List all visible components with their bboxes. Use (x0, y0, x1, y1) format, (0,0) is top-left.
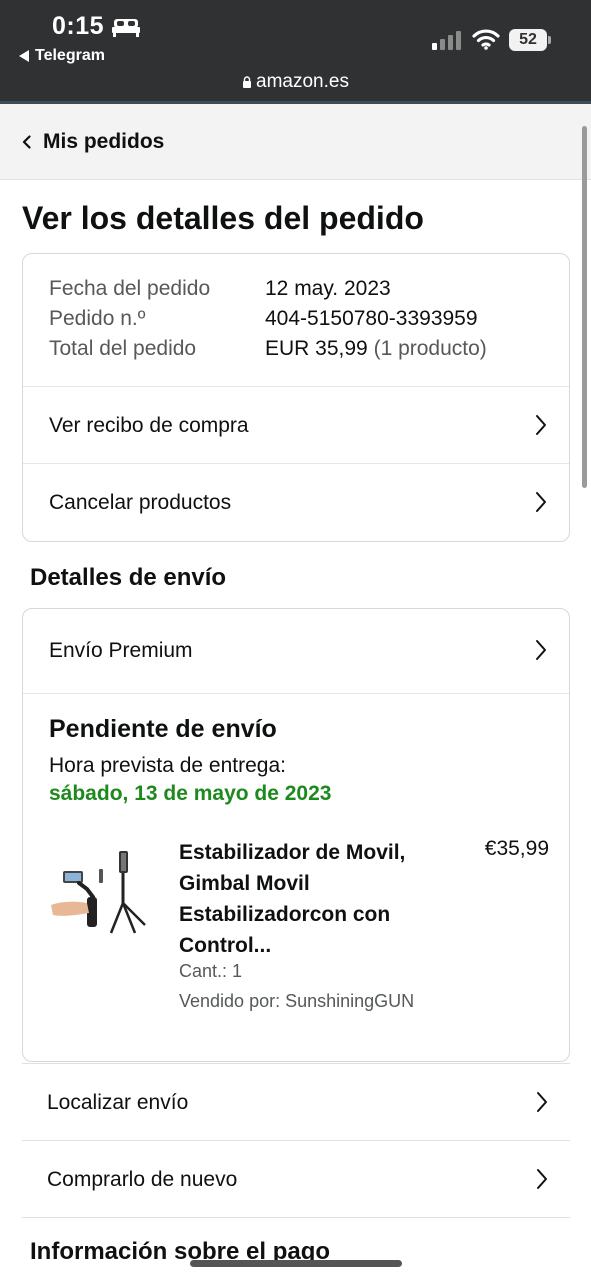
cellular-signal-icon (432, 31, 461, 50)
product-price: €35,99 (484, 837, 549, 860)
order-number-row: Pedido n.º 404-5150780-3393959 (49, 304, 487, 334)
product-title[interactable]: Estabilizador de Movil, Gimbal Movil Est… (179, 837, 429, 961)
shipping-card: Envío Premium Pendiente de envío Hora pr… (22, 608, 570, 1062)
order-summary-card: Fecha del pedido 12 may. 2023 Pedido n.º… (22, 253, 570, 542)
back-to-orders-link[interactable]: Mis pedidos (22, 130, 164, 154)
shipping-section-title: Detalles de envío (30, 564, 227, 591)
order-total-count: (1 producto) (373, 337, 487, 360)
cancel-products-link[interactable]: Cancelar productos (23, 463, 569, 541)
chevron-right-icon (536, 492, 546, 512)
clock-text: 0:15 (52, 12, 105, 40)
delivery-eta-label: Hora prevista de entrega: (49, 754, 286, 777)
cancel-products-label: Cancelar productos (49, 490, 232, 514)
order-date-row: Fecha del pedido 12 may. 2023 (49, 274, 487, 304)
order-total-row: Total del pedido EUR 35,99 (1 producto) (49, 334, 487, 364)
view-receipt-label: Ver recibo de compra (49, 413, 249, 437)
back-app-label: Telegram (35, 47, 105, 64)
order-date-value: 12 may. 2023 (265, 277, 391, 300)
order-total-value: EUR 35,99 (1 producto) (265, 334, 487, 364)
battery-indicator: 52 (509, 29, 551, 51)
shipment-status-title: Pendiente de envío (49, 715, 277, 743)
order-number-value: 404-5150780-3393959 (265, 307, 478, 330)
chevron-left-icon (22, 135, 31, 149)
product-item[interactable]: Estabilizador de Movil, Gimbal Movil Est… (49, 837, 549, 1017)
chevron-right-icon (537, 1092, 547, 1112)
order-number-label: Pedido n.º (49, 307, 146, 330)
page-title: Ver los detalles del pedido (22, 200, 424, 236)
order-total-amount: EUR 35,99 (265, 337, 368, 360)
lock-icon (243, 76, 252, 88)
home-indicator[interactable] (190, 1260, 402, 1267)
chevron-right-icon (536, 415, 546, 435)
delivery-eta-date: sábado, 13 de mayo de 2023 (49, 782, 332, 805)
back-to-app-button[interactable]: Telegram (19, 47, 105, 65)
back-to-orders-label: Mis pedidos (43, 130, 165, 153)
status-bar: 0:15 Telegram 52 amazon.es (0, 0, 591, 104)
divider (23, 693, 569, 694)
shipment-status: Pendiente de envío Hora prevista de entr… (49, 715, 549, 806)
battery-level: 52 (509, 29, 547, 51)
track-shipment-link[interactable]: Localizar envío (22, 1063, 570, 1141)
product-quantity: Cant.: 1 (179, 961, 243, 981)
bed-icon (112, 18, 141, 37)
nav-bar: Mis pedidos (0, 104, 591, 180)
status-time: 0:15 (52, 12, 141, 41)
order-total-label: Total del pedido (49, 337, 197, 360)
url-text: amazon.es (256, 71, 349, 92)
chevron-right-icon (536, 640, 546, 660)
back-triangle-icon (19, 50, 29, 62)
scrollbar[interactable] (582, 126, 587, 488)
chevron-right-icon (537, 1169, 547, 1189)
buy-again-label: Comprarlo de nuevo (47, 1167, 238, 1191)
product-image[interactable] (49, 841, 157, 941)
wifi-icon (472, 29, 500, 50)
view-receipt-link[interactable]: Ver recibo de compra (23, 386, 569, 464)
order-info: Fecha del pedido 12 may. 2023 Pedido n.º… (49, 274, 487, 364)
track-shipment-label: Localizar envío (47, 1090, 189, 1114)
product-seller: Vendido por: SunshiningGUN (179, 991, 415, 1011)
buy-again-link[interactable]: Comprarlo de nuevo (22, 1140, 570, 1218)
battery-nub (548, 36, 551, 44)
shipping-method-link[interactable]: Envío Premium (23, 609, 569, 693)
order-date-label: Fecha del pedido (49, 277, 211, 300)
shipping-method-label: Envío Premium (49, 639, 193, 662)
url-bar[interactable]: amazon.es (0, 71, 591, 93)
divider (22, 1217, 570, 1218)
